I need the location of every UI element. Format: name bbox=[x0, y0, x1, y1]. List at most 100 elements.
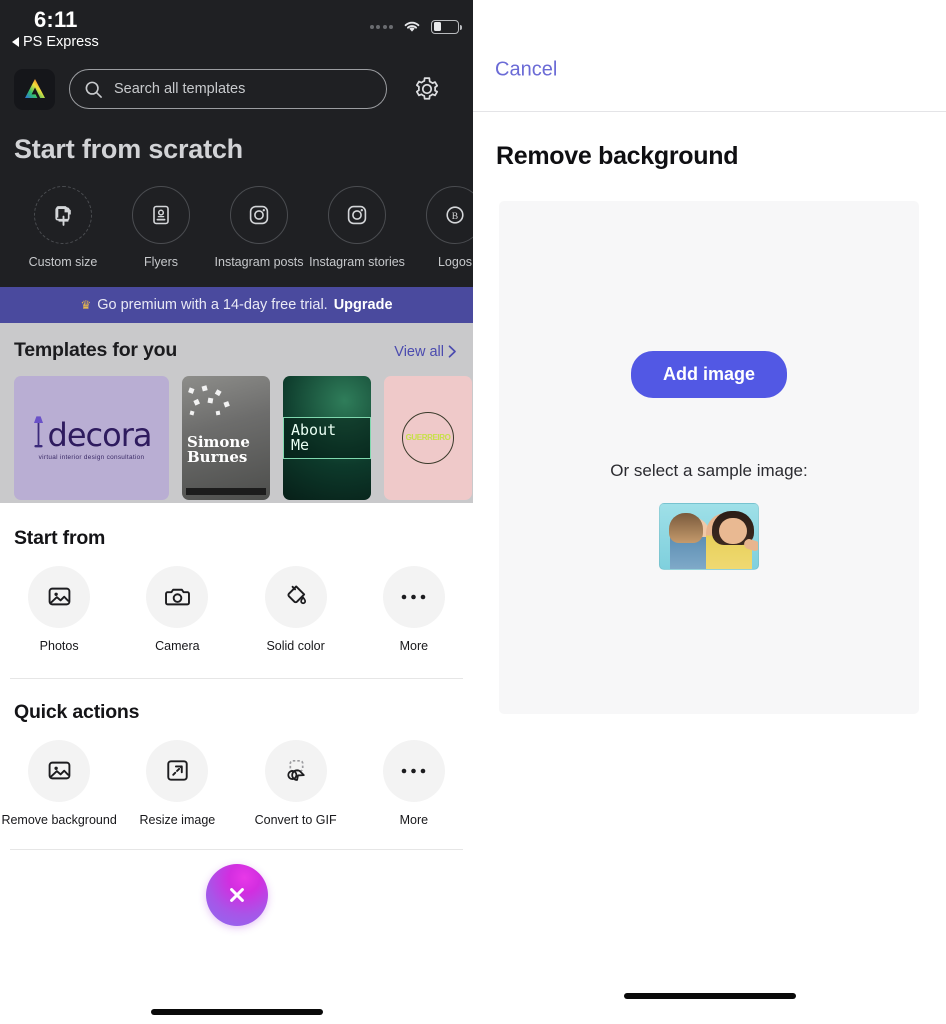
start-from-item-photos[interactable]: Photos bbox=[0, 565, 118, 654]
convert-gif-icon bbox=[287, 759, 305, 781]
start-from-scratch-row: Custom size Flyers Instagram posts Insta… bbox=[0, 165, 473, 270]
quick-action-more[interactable]: More bbox=[355, 739, 473, 828]
templates-carousel[interactable]: decora virtual interior design consultat… bbox=[0, 362, 473, 500]
action-circle bbox=[146, 565, 209, 628]
panel-toolbar: Cancel bbox=[473, 0, 946, 112]
template-card[interactable]: GUERREIRO bbox=[384, 375, 472, 500]
view-all-label: View all bbox=[394, 343, 444, 360]
scratch-label: Logos bbox=[437, 255, 473, 269]
templates-view-all-link[interactable]: View all bbox=[394, 344, 457, 360]
action-circle bbox=[264, 565, 327, 628]
action-circle bbox=[382, 565, 445, 628]
back-arrow-icon bbox=[12, 37, 19, 47]
flyer-portrait-icon bbox=[153, 205, 169, 225]
paint-bucket-icon bbox=[287, 585, 307, 605]
template-card[interactable]: About Me bbox=[283, 375, 371, 500]
more-dots-icon bbox=[402, 768, 426, 773]
scratch-item-instagram-stories[interactable]: Instagram stories bbox=[308, 186, 406, 270]
light-content-region: Start from Photos Camera Solid color Mor… bbox=[0, 502, 473, 927]
sample-image-prompt: Or select a sample image: bbox=[610, 461, 808, 480]
image-icon bbox=[48, 587, 70, 606]
back-to-app-link[interactable]: PS Express bbox=[12, 34, 99, 50]
search-icon bbox=[85, 81, 102, 98]
premium-upgrade-link[interactable]: Upgrade bbox=[334, 297, 393, 313]
start-from-item-more[interactable]: More bbox=[355, 565, 473, 654]
sample-person-left-hair bbox=[669, 513, 703, 543]
scratch-circle bbox=[34, 186, 92, 244]
app-header: Search all templates bbox=[0, 58, 473, 120]
quick-action-resize-image[interactable]: Resize image bbox=[118, 739, 236, 828]
templates-section: Templates for you View all decora virtua… bbox=[0, 322, 473, 503]
premium-banner[interactable]: ♛ Go premium with a 14-day free trial. U… bbox=[0, 286, 473, 323]
start-from-row: Photos Camera Solid color More bbox=[0, 550, 473, 654]
start-from-item-camera[interactable]: Camera bbox=[118, 565, 236, 654]
action-circle bbox=[146, 739, 209, 802]
more-dots-icon bbox=[402, 594, 426, 600]
scratch-label: Flyers bbox=[143, 255, 179, 269]
quick-actions-title: Quick actions bbox=[14, 700, 140, 723]
template-card[interactable]: decora virtual interior design consultat… bbox=[14, 375, 169, 500]
scratch-item-flyers[interactable]: Flyers bbox=[112, 186, 210, 270]
template-tagline: virtual interior design consultation bbox=[38, 454, 145, 462]
home-indicator bbox=[623, 993, 796, 999]
action-label: More bbox=[399, 638, 429, 653]
instagram-camera-icon bbox=[249, 205, 269, 225]
remove-background-panel: Cancel Remove background Add image Or se… bbox=[473, 0, 946, 1024]
status-bar: 6:11 PS Express bbox=[0, 0, 473, 58]
scratch-item-instagram-posts[interactable]: Instagram posts bbox=[210, 186, 308, 270]
scratch-label: Custom size bbox=[28, 255, 98, 269]
templates-title: Templates for you bbox=[14, 338, 178, 361]
image-icon bbox=[48, 761, 70, 780]
settings-button[interactable] bbox=[401, 76, 453, 102]
instagram-camera-icon bbox=[347, 205, 367, 225]
lamp-icon bbox=[33, 416, 43, 448]
panel-title: Remove background bbox=[496, 142, 739, 170]
start-from-scratch-title: Start from scratch bbox=[14, 134, 243, 164]
wifi-icon bbox=[404, 21, 420, 32]
left-phone-screen: 6:11 PS Express Search all templates Sta… bbox=[0, 0, 473, 1024]
action-circle bbox=[28, 739, 91, 802]
start-from-item-solid-color[interactable]: Solid color bbox=[237, 565, 355, 654]
svg-text:B: B bbox=[452, 211, 458, 222]
confetti-icon bbox=[188, 385, 230, 416]
action-label: More bbox=[399, 812, 429, 827]
action-circle bbox=[28, 565, 91, 628]
logo-b-badge-icon: B bbox=[446, 206, 464, 224]
action-label: Resize image bbox=[139, 812, 216, 827]
sample-person-right-face bbox=[719, 518, 747, 544]
quick-action-convert-to-gif[interactable]: Convert to GIF bbox=[237, 739, 355, 828]
sample-image-thumbnail[interactable] bbox=[659, 503, 759, 570]
action-label: Solid color bbox=[266, 638, 325, 653]
battery-low-icon bbox=[431, 19, 462, 34]
search-placeholder: Search all templates bbox=[114, 81, 246, 97]
close-fab-button[interactable] bbox=[205, 864, 268, 927]
template-title: decora bbox=[47, 416, 153, 455]
back-app-label: PS Express bbox=[23, 34, 99, 50]
template-footer-bar bbox=[186, 487, 266, 495]
action-circle bbox=[382, 739, 445, 802]
scratch-label: Instagram posts bbox=[214, 255, 304, 269]
cancel-button[interactable]: Cancel bbox=[495, 59, 557, 82]
image-drop-area[interactable]: Add image Or select a sample image: bbox=[499, 201, 919, 714]
templates-header: Templates for you View all bbox=[0, 339, 473, 362]
scratch-item-logos[interactable]: B Logos bbox=[406, 186, 473, 270]
scratch-item-custom-size[interactable]: Custom size bbox=[14, 186, 112, 270]
search-input[interactable]: Search all templates bbox=[69, 69, 387, 109]
template-card[interactable]: Simone Burnes bbox=[182, 375, 270, 500]
chevron-right-icon bbox=[448, 345, 456, 358]
quick-action-remove-background[interactable]: Remove background bbox=[0, 739, 118, 828]
adobe-express-logo-icon[interactable] bbox=[14, 68, 55, 110]
action-label: Remove background bbox=[1, 812, 117, 827]
template-title: GUERREIRO bbox=[405, 433, 451, 443]
home-indicator bbox=[150, 1009, 323, 1015]
add-image-button[interactable]: Add image bbox=[630, 351, 787, 398]
file-plus-icon bbox=[54, 205, 71, 226]
gear-icon bbox=[415, 77, 439, 100]
dark-header-region: 6:11 PS Express Search all templates Sta… bbox=[0, 0, 473, 323]
scratch-label: Instagram stories bbox=[309, 255, 405, 269]
template-title: Simone Burnes bbox=[187, 433, 250, 466]
app-screen: 6:11 PS Express Search all templates Sta… bbox=[0, 0, 946, 1024]
start-from-title: Start from bbox=[14, 526, 106, 549]
quick-actions-row: Remove background Resize image Convert t… bbox=[0, 724, 473, 828]
status-bar-indicators bbox=[369, 19, 462, 34]
